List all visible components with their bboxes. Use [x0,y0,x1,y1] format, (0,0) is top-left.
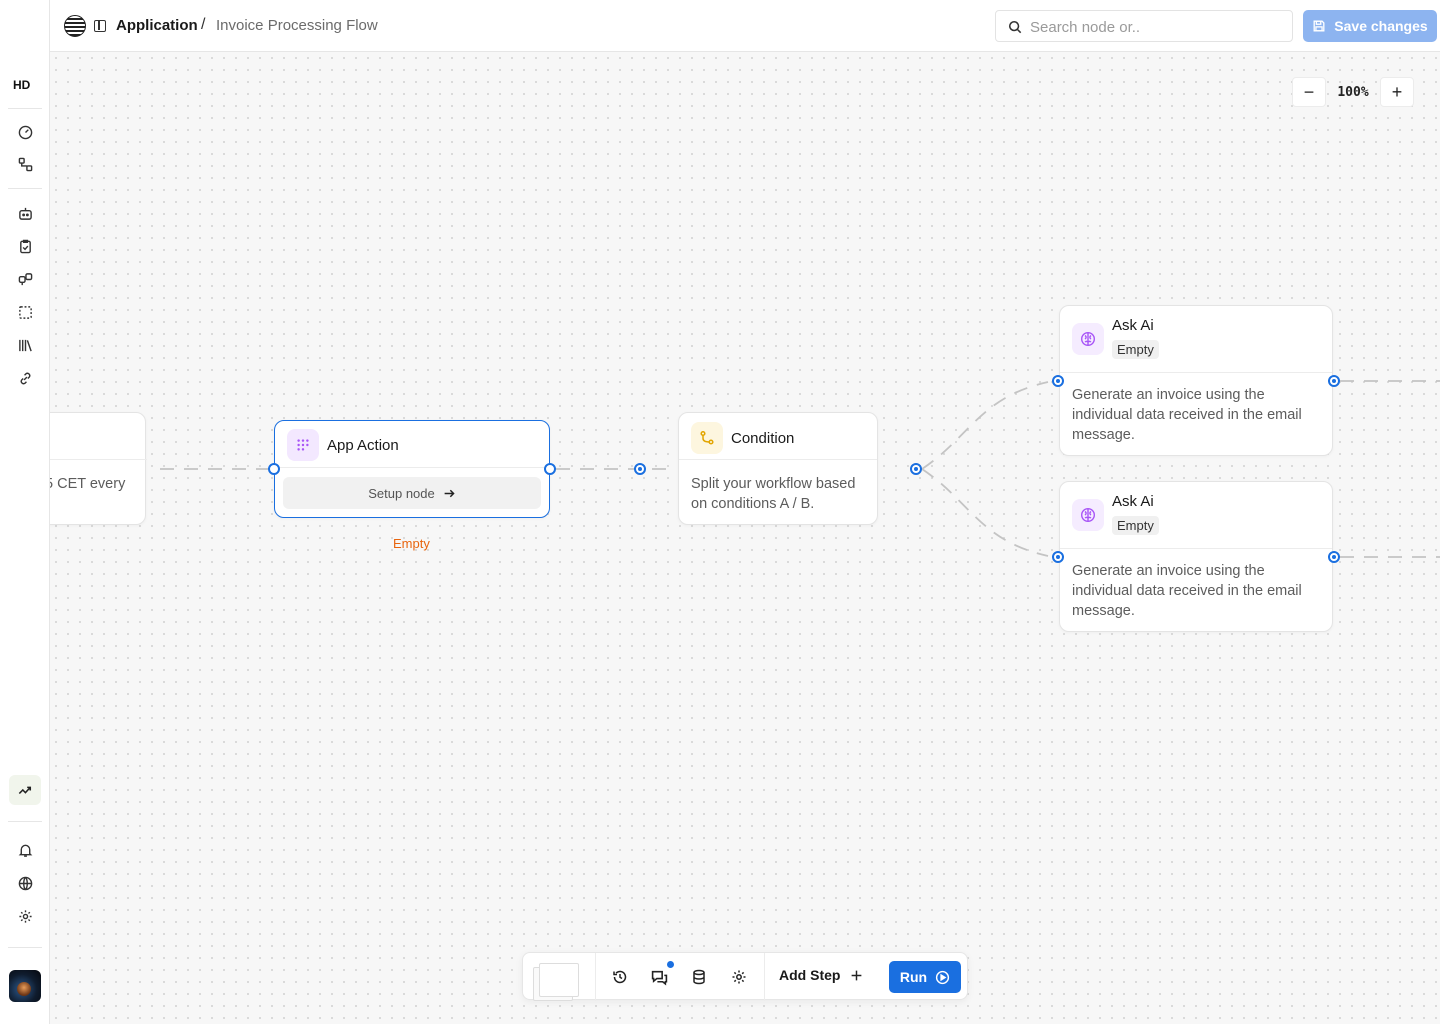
ask-ai-node[interactable]: Ask Ai Empty Generate an invoice using t… [1059,481,1333,632]
zoom-in-button[interactable]: + [1380,77,1414,107]
app-action-status: Empty [393,536,430,551]
ask-ai-badge: Empty [1112,516,1159,535]
toolbar-divider [764,953,765,1001]
edge-condition-to-ask-ai-2 [921,468,1049,557]
ask-ai-badge: Empty [1112,340,1159,359]
app-action-input-port[interactable] [268,463,280,475]
app-action-node[interactable]: App Action Setup node [274,420,550,518]
ask-ai-1-input-port[interactable] [1052,375,1064,387]
run-button-label: Run [899,969,928,985]
branch-icon [691,422,723,454]
app-action-title: App Action [327,437,399,454]
setup-node-button[interactable]: Setup node [283,477,541,509]
zoom-control: − 100% + [1292,77,1414,107]
settings-icon[interactable] [727,965,751,989]
ask-ai-1-output-port[interactable] [1328,375,1340,387]
ask-ai-description: Generate an invoice using the individual… [1072,563,1302,619]
avatar[interactable] [9,970,41,1002]
selection-icon[interactable] [13,300,37,324]
sidebar-divider [8,947,42,948]
breadcrumb-flow: Invoice Processing Flow [216,17,378,34]
ask-ai-title: Ask Ai [1112,493,1154,510]
plus-icon [852,970,862,980]
workflow-icon[interactable] [13,152,37,176]
sidebar-divider [8,188,42,189]
sidebar: HD [0,0,50,1024]
ask-ai-title: Ask Ai [1112,317,1154,334]
comments-icon[interactable] [647,961,674,989]
integrations-icon[interactable] [13,267,37,291]
sidebar-divider [8,108,42,109]
minimap-thumbnail[interactable] [533,961,593,1001]
add-step-button[interactable]: Add Step [779,967,863,983]
ask-ai-description: Generate an invoice using the individual… [1072,387,1302,443]
trigger-node-description: 5 CET every [50,476,126,492]
trending-icon[interactable] [9,775,41,805]
brain-icon [1072,499,1104,531]
bell-icon[interactable] [13,838,37,862]
save-button[interactable]: Save changes [1303,10,1437,42]
clipboard-check-icon[interactable] [13,234,37,258]
search-input[interactable] [1030,17,1280,37]
gauge-icon[interactable] [13,120,37,144]
history-icon[interactable] [608,965,632,989]
link-icon[interactable] [13,366,37,390]
svg-text:HD: HD [13,78,31,90]
database-icon[interactable] [687,965,711,989]
condition-input-port[interactable] [634,463,646,475]
app-action-output-port[interactable] [544,463,556,475]
sidebar-toggle-icon[interactable] [94,20,106,32]
search-icon [1008,20,1022,34]
ask-ai-2-input-port[interactable] [1052,551,1064,563]
gear-icon[interactable] [13,904,37,928]
ask-ai-2-output-port[interactable] [1328,551,1340,563]
zoom-level: 100% [1337,84,1369,100]
zoom-out-button[interactable]: − [1292,77,1326,107]
run-button[interactable]: Run [889,961,961,993]
condition-description: Split your workflow based on conditions … [691,476,856,512]
hd-logo-icon[interactable]: HD [13,72,37,96]
top-bar: Application / Invoice Processing Flow Sa… [50,0,1440,52]
workflow-canvas[interactable]: − 100% + 5 CET every App Action Setup no… [50,52,1440,1024]
play-circle-icon [935,970,950,984]
arrow-right-icon [444,489,455,497]
condition-title: Condition [731,430,795,447]
bottom-toolbar: Add Step Run [522,952,968,1001]
library-icon[interactable] [13,333,37,357]
trigger-node[interactable]: 5 CET every [50,412,147,525]
bot-icon[interactable] [13,201,37,225]
toolbar-divider [595,953,596,1001]
app-logo-icon[interactable] [64,15,86,37]
save-button-label: Save changes [1334,18,1428,34]
app-grid-icon [287,429,319,461]
ask-ai-node[interactable]: Ask Ai Empty Generate an invoice using t… [1059,305,1333,456]
breadcrumb-app[interactable]: Application [116,17,198,34]
notification-dot [667,961,674,968]
add-step-label: Add Step [779,967,841,983]
brain-icon [1072,323,1104,355]
search-box[interactable] [995,10,1293,42]
condition-output-port[interactable] [910,463,922,475]
setup-node-label: Setup node [368,485,435,501]
edge-condition-to-ask-ai-1 [921,381,1049,470]
globe-icon[interactable] [13,871,37,895]
condition-node[interactable]: Condition Split your workflow based on c… [678,412,878,525]
save-icon [1313,20,1325,32]
sidebar-divider [8,821,42,822]
breadcrumb-separator: / [201,16,206,33]
